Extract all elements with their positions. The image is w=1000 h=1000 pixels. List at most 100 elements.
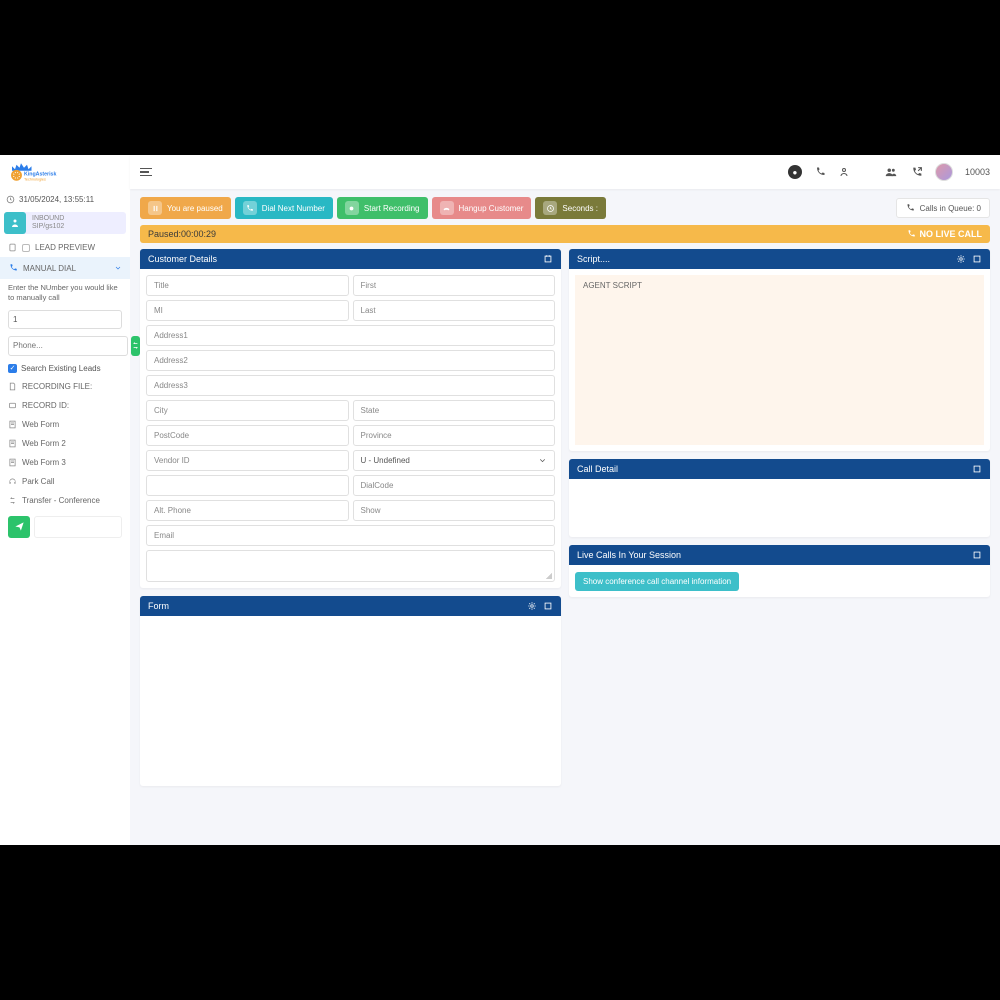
altphone-field[interactable]: Alt. Phone (146, 500, 349, 521)
gender-select[interactable]: U - Undefined (353, 450, 556, 471)
address3-field[interactable]: Address3 (146, 375, 555, 396)
content: You are paused Dial Next Number Start Re… (130, 189, 1000, 794)
expand-icon[interactable] (972, 464, 982, 474)
start-recording-button[interactable]: Start Recording (337, 197, 428, 219)
sidebar-lead-preview[interactable]: LEAD PREVIEW (0, 238, 130, 257)
sidebar-webform3[interactable]: Web Form 3 (0, 453, 130, 472)
sidebar-recording-file[interactable]: RECORDING FILE: (0, 377, 130, 396)
gear-icon[interactable] (527, 601, 537, 611)
vendor-field[interactable]: Vendor ID (146, 450, 349, 471)
city-field[interactable]: City (146, 400, 349, 421)
live-calls-panel: Live Calls In Your Session Show conferen… (569, 545, 990, 597)
expand-icon[interactable] (543, 601, 553, 611)
sidebar-park-call[interactable]: Park Call (0, 472, 130, 491)
form-icon (8, 458, 17, 467)
blank-field[interactable] (146, 475, 349, 496)
mi-field[interactable]: MI (146, 300, 349, 321)
province-field[interactable]: Province (353, 425, 556, 446)
svg-text:Technologies: Technologies (24, 178, 46, 182)
manual-dial-value[interactable]: 1 (8, 310, 122, 329)
postcode-field[interactable]: PostCode (146, 425, 349, 446)
customer-details-panel: Customer Details Title First (140, 249, 561, 588)
phone-out-icon (245, 204, 254, 213)
show-conference-button[interactable]: Show conference call channel information (575, 572, 739, 591)
dial-icon (8, 263, 18, 273)
status-dot-icon[interactable]: ● (788, 165, 802, 179)
panel-title: Form (148, 601, 169, 611)
paused-button[interactable]: You are paused (140, 197, 231, 219)
sidebar-manual-dial[interactable]: MANUAL DIAL (0, 257, 130, 279)
clock-icon (6, 195, 15, 204)
notes-textarea[interactable] (146, 550, 555, 582)
sidebar-record-id[interactable]: RECORD ID: (0, 396, 130, 415)
dialcode-field[interactable]: DialCode (353, 475, 556, 496)
sidebar-transfer[interactable]: Transfer - Conference (0, 491, 130, 510)
call-out-icon[interactable] (910, 166, 923, 179)
sidebar-webform2[interactable]: Web Form 2 (0, 434, 130, 453)
pause-icon (151, 204, 160, 213)
state-field[interactable]: State (353, 400, 556, 421)
agent-icon (4, 212, 26, 234)
address1-field[interactable]: Address1 (146, 325, 555, 346)
email-field[interactable]: Email (146, 525, 555, 546)
status-left: Paused:00:00:29 (148, 229, 216, 239)
script-content: AGENT SCRIPT (575, 275, 984, 445)
expand-icon[interactable] (543, 254, 553, 264)
show-field[interactable]: Show (353, 500, 556, 521)
phone-icon (906, 229, 916, 239)
menu-toggle[interactable] (140, 168, 152, 177)
seconds-button[interactable]: Seconds : (535, 197, 606, 219)
gear-icon[interactable] (956, 254, 966, 264)
datetime: 31/05/2024, 13:55:11 (19, 195, 94, 204)
send-icon (14, 521, 25, 532)
expand-icon[interactable] (972, 550, 982, 560)
last-field[interactable]: Last (353, 300, 556, 321)
columns: Customer Details Title First (140, 249, 990, 786)
address2-field[interactable]: Address2 (146, 350, 555, 371)
inbound-title: INBOUND (32, 215, 64, 223)
checkbox-checked[interactable]: ✓ (8, 364, 17, 373)
transfer-icon (8, 496, 17, 505)
phone-row (8, 336, 122, 356)
search-leads-row[interactable]: ✓ Search Existing Leads (0, 360, 130, 377)
doc-icon (8, 243, 17, 252)
first-field[interactable]: First (353, 275, 556, 296)
form-icon (8, 439, 17, 448)
panel-title: Call Detail (577, 464, 618, 474)
script-panel: Script.... AGENT SCRIPT (569, 249, 990, 451)
phone-icon[interactable] (814, 166, 826, 178)
phone-input[interactable] (8, 336, 128, 356)
form-panel: Form (140, 596, 561, 786)
call-detail-panel: Call Detail (569, 459, 990, 537)
inbound-box[interactable]: INBOUND SIP/gs102 (4, 212, 126, 234)
app-frame: KingAsterisk Technologies 31/05/2024, 13… (0, 155, 1000, 845)
checkbox-empty[interactable] (22, 244, 30, 252)
panel-title: Customer Details (148, 254, 217, 264)
customer-form: Title First MI Last Address1 Address2 Ad… (146, 275, 555, 582)
chevron-down-icon (538, 456, 547, 465)
hangup-button[interactable]: Hangup Customer (432, 197, 532, 219)
panel-title: Live Calls In Your Session (577, 550, 681, 560)
clock-icon (546, 204, 555, 213)
main: ● 10003 You are paused (130, 155, 1000, 845)
panel-title: Script.... (577, 254, 610, 264)
send-button[interactable] (8, 516, 30, 538)
inbound-sub: SIP/gs102 (32, 223, 64, 231)
expand-icon[interactable] (972, 254, 982, 264)
logo-svg: KingAsterisk Technologies (6, 161, 66, 185)
sidebar-webform[interactable]: Web Form (0, 415, 130, 434)
avatar[interactable] (935, 163, 953, 181)
id-icon (8, 401, 17, 410)
send-row (8, 516, 122, 538)
svg-text:KingAsterisk: KingAsterisk (24, 171, 56, 177)
hangup-icon (442, 204, 451, 213)
dial-next-button[interactable]: Dial Next Number (235, 197, 333, 219)
title-field[interactable]: Title (146, 275, 349, 296)
send-field[interactable] (34, 516, 122, 538)
chevron-down-icon (114, 264, 122, 272)
datetime-row: 31/05/2024, 13:55:11 (0, 191, 130, 208)
user-icon[interactable] (838, 166, 850, 178)
phone-icon (905, 203, 915, 213)
group-icon[interactable] (884, 165, 898, 179)
logo: KingAsterisk Technologies (0, 155, 130, 191)
